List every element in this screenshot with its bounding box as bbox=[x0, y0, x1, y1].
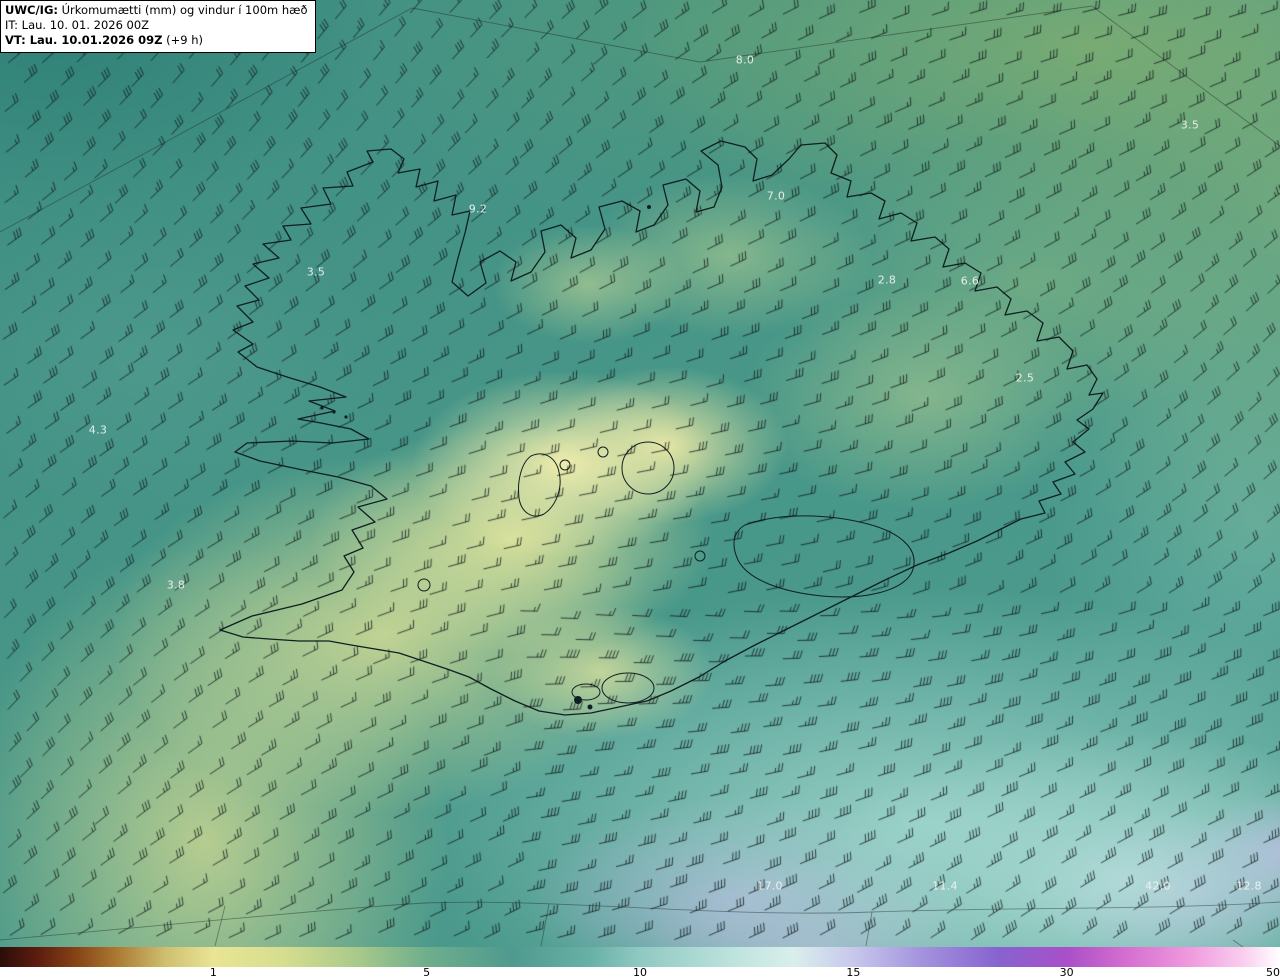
colorbar-tick-label: 15 bbox=[846, 966, 861, 978]
init-time: IT: Lau. 10. 01. 2026 00Z bbox=[5, 18, 150, 33]
colorbar: 1 5 10 15 30 50 bbox=[0, 947, 1280, 978]
colorbar-gradient bbox=[0, 947, 1280, 967]
lead-time: (+9 h) bbox=[162, 33, 203, 48]
title-line: UWC/IG: Úrkomumætti (mm) og vindur í 100… bbox=[5, 3, 308, 18]
valid-time: VT: Lau. 10.01.2026 09Z bbox=[5, 33, 163, 48]
title-box: UWC/IG: Úrkomumætti (mm) og vindur í 100… bbox=[0, 0, 316, 53]
colorbar-tick-label: 50 bbox=[1266, 966, 1280, 978]
wind-barbs-layer bbox=[0, 0, 1280, 947]
weather-map: 8.0 3.5 7.0 9.2 3.5 2.8 6.6 2.5 4.3 3.8 17.0 11.4 42… bbox=[0, 0, 1280, 978]
valid-time-line: VT: Lau. 10.01.2026 09Z (+9 h) bbox=[5, 33, 308, 48]
colorbar-tick-label: 5 bbox=[423, 966, 431, 978]
colorbar-tick-label: 1 bbox=[209, 966, 217, 978]
colorbar-tick-label: 30 bbox=[1059, 966, 1074, 978]
colorbar-labels: 1 5 10 15 30 50 bbox=[0, 967, 1280, 978]
model-id: UWC/IG: bbox=[5, 3, 58, 17]
colorbar-tick-label: 10 bbox=[633, 966, 647, 978]
map-title: Úrkomumætti (mm) og vindur í 100m hæð bbox=[57, 3, 308, 17]
